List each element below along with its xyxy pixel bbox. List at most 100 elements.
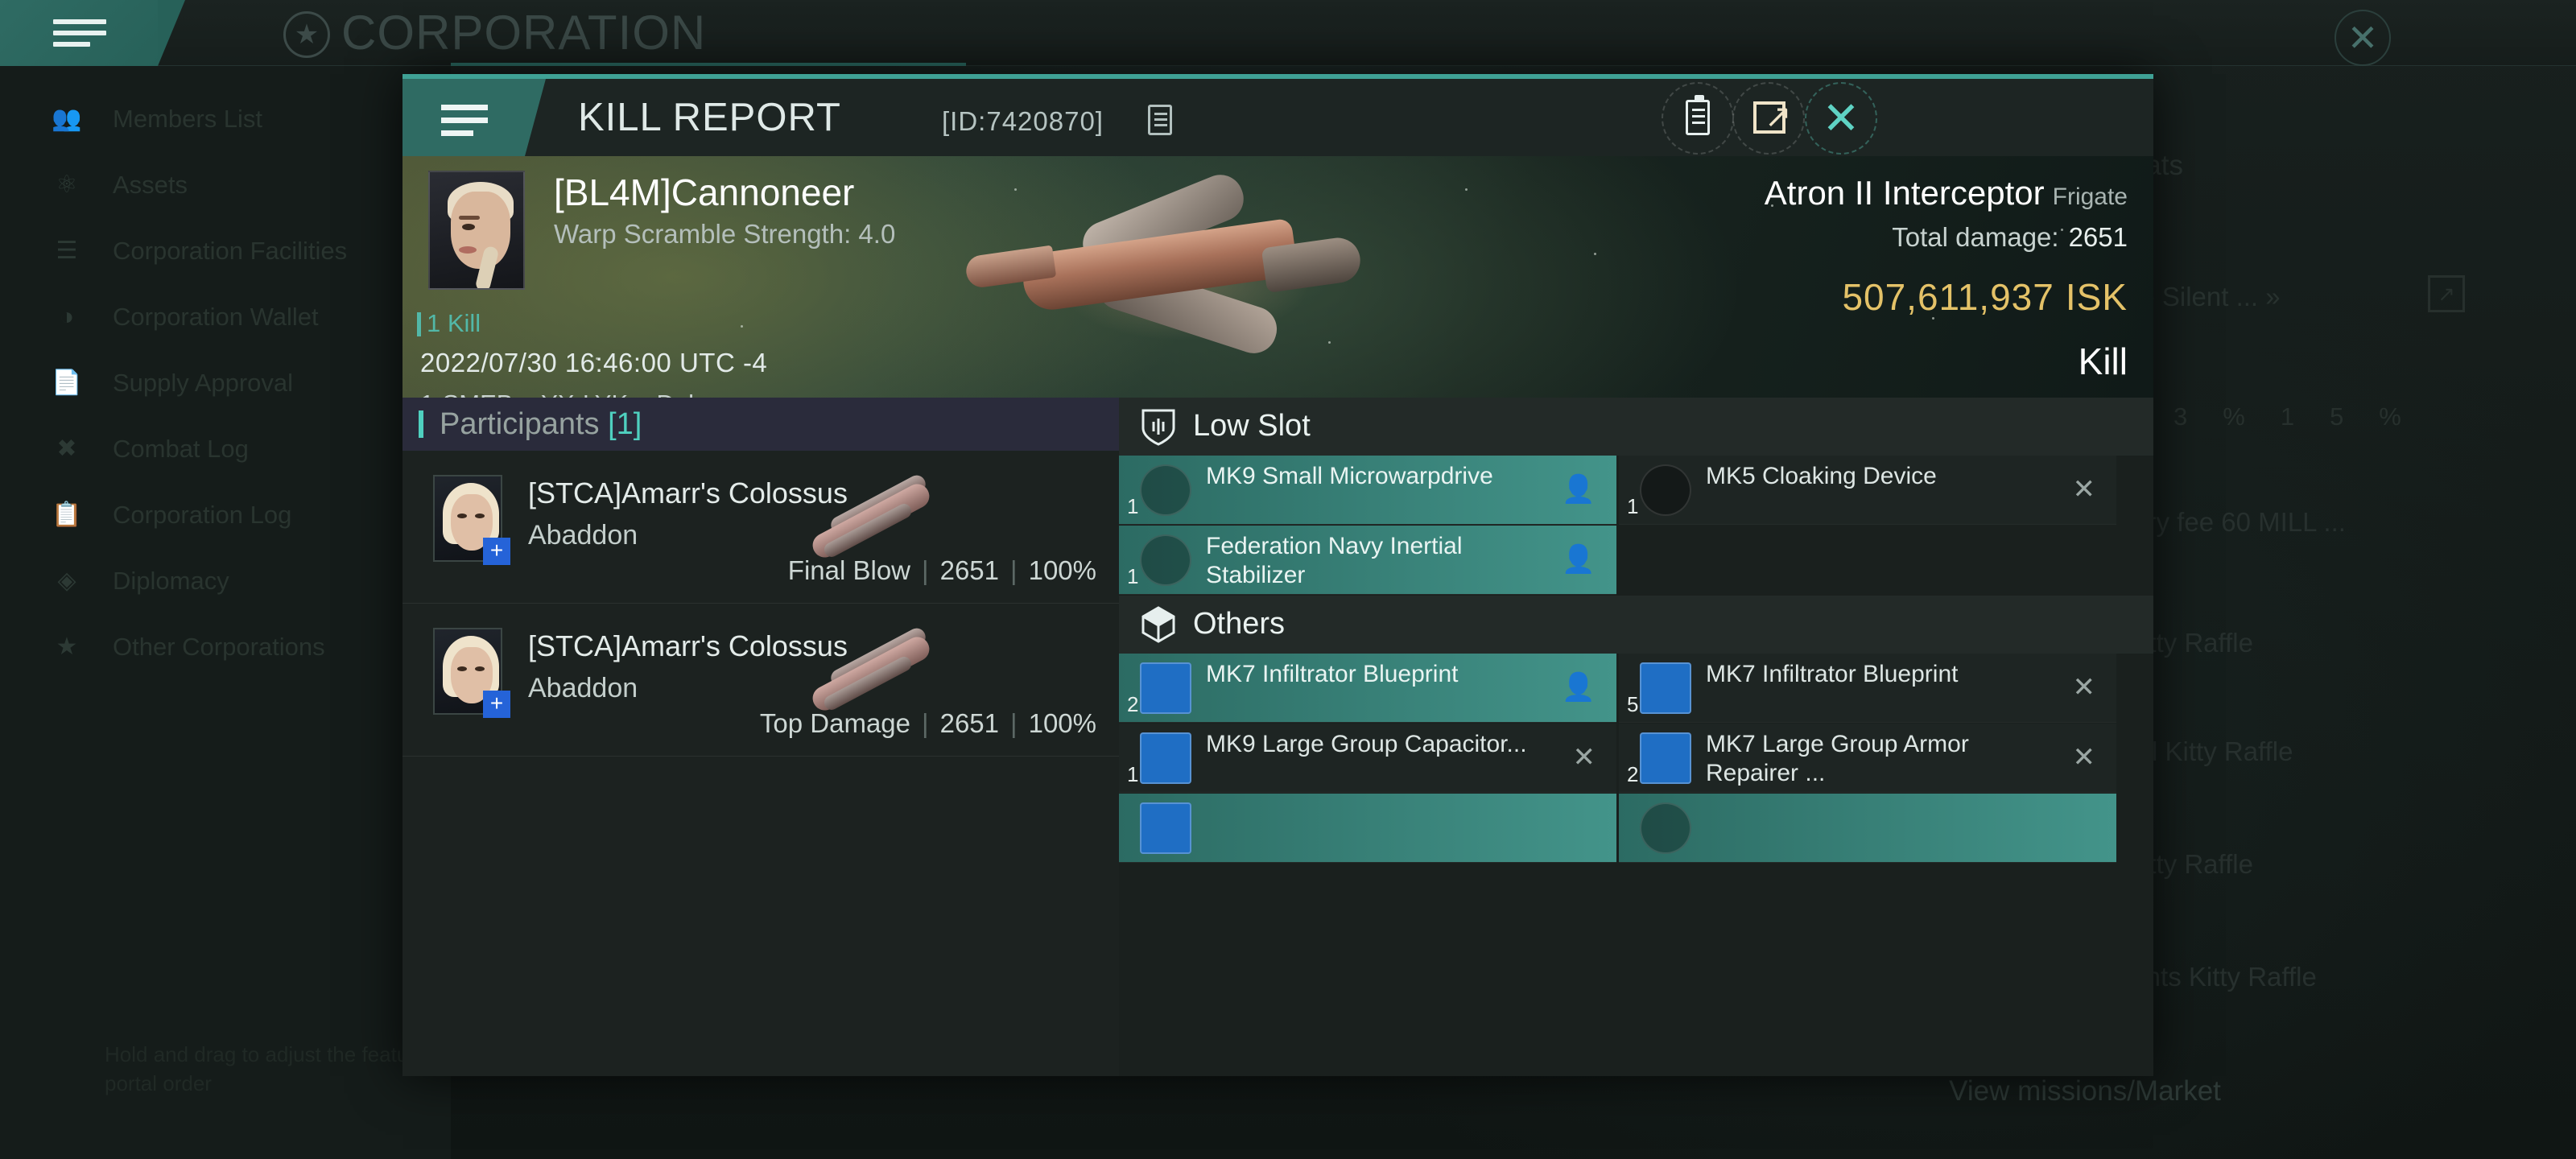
list-item[interactable]: hill Kitty Raffle <box>2125 736 2576 767</box>
clipboard-icon <box>1686 95 1710 135</box>
kill-count: 1 Kill <box>416 309 481 337</box>
star-circle-icon: ★ <box>283 11 330 58</box>
section-title: Others <box>1193 607 1286 641</box>
participant-percent: 100% <box>1028 555 1096 585</box>
close-button[interactable]: ✕ <box>1805 82 1877 155</box>
ship-class: Frigate <box>2052 184 2128 210</box>
participant-ship-thumbnail <box>791 472 952 562</box>
module-inertial-icon <box>1140 534 1191 586</box>
kill-hero: [BL4M]Cannoneer Warp Scramble Strength: … <box>402 156 2153 418</box>
modal-header: KILL REPORT [ID:7420870] ↗ ✕ <box>402 79 2153 156</box>
table-row[interactable]: + [STCA]Amarr's Colossus Abaddon Final B… <box>402 451 1119 604</box>
stat-value: 15% <box>2280 402 2437 431</box>
item-quantity: 1 <box>1127 494 1139 518</box>
item-name: MK9 Large Group Capacitor... <box>1206 731 1527 757</box>
avatar-lip <box>459 246 477 254</box>
list-item[interactable] <box>1119 794 1616 863</box>
background-menu-button[interactable] <box>0 0 185 66</box>
stat-value: % <box>2223 402 2281 431</box>
list-item[interactable]: 1 MK9 Small Microwarpdrive 👤 <box>1119 456 1616 525</box>
list-item[interactable]: 2 MK7 Large Group Armor Repairer ... ✕ <box>1619 724 2116 793</box>
shield-icon <box>1140 407 1177 446</box>
blueprint-ship-icon <box>1140 662 1191 714</box>
item-name: MK9 Small Microwarpdrive <box>1206 463 1493 489</box>
button-ring <box>1805 82 1877 155</box>
arrow-up-right-icon: ↗ <box>1765 99 1792 134</box>
section-header-others: Others <box>1119 596 2153 654</box>
list-item[interactable]: 1 MK9 Large Group Capacitor... ✕ <box>1119 724 1616 793</box>
sidebar-item-label: Combat Log <box>113 435 249 463</box>
participant-stats: Top Damage | 2651 | 100% <box>759 708 1096 738</box>
participant-damage: 2651 <box>939 708 1000 738</box>
person-icon: 👤 <box>1561 672 1596 703</box>
add-contact-badge[interactable]: + <box>483 691 510 718</box>
total-damage-value: 2651 <box>2068 222 2128 252</box>
list-item[interactable]: ✕Kitty Raffle <box>2013 849 2576 881</box>
members-icon: 👥 <box>52 105 82 132</box>
section-header-low-slot: Low Slot <box>1119 398 2153 456</box>
participant-ship: Abaddon <box>528 673 638 703</box>
copy-icon[interactable] <box>1148 105 1172 135</box>
participant-role: Top Damage <box>759 708 911 738</box>
cube-icon <box>1140 605 1177 644</box>
module-mwd-icon <box>1140 464 1191 516</box>
screen: ★ CORPORATION ✕ 👥 Members List ⚛ Assets ☰ C… <box>0 0 2576 1159</box>
sidebar-item-label: Corporation Log <box>113 501 292 529</box>
close-icon: ✕ <box>2072 672 2096 703</box>
share-button[interactable]: ↗ <box>1732 82 1805 155</box>
sidebar-hint: Hold and drag to adjust the feature port… <box>105 1042 427 1095</box>
list-item[interactable]: 5 MK7 Infiltrator Blueprint ✕ <box>1619 654 2116 723</box>
list-item[interactable]: ✕Kitty Raffle <box>2013 628 2576 659</box>
list-item[interactable]: 1 MK5 Cloaking Device ✕ <box>1619 456 2116 525</box>
add-contact-badge[interactable]: + <box>483 538 510 565</box>
report-id: [ID:7420870] <box>942 106 1104 136</box>
wallet-icon: ◑ <box>59 303 75 330</box>
list-item[interactable]: ntry fee 60 MILL ... <box>2125 507 2576 538</box>
sidebar-item-label: Supply Approval <box>113 369 294 397</box>
clipboard-button[interactable] <box>1662 82 1734 155</box>
stat-value: 3 <box>2174 402 2223 431</box>
participant-percent: 100% <box>1028 708 1096 738</box>
ship-render <box>934 167 1385 382</box>
participant-stats: Final Blow | 2651 | 100% <box>787 555 1096 585</box>
isk-value: 507,611,937 <box>1842 276 2054 318</box>
victim-subtitle: Warp Scramble Strength: 4.0 <box>554 219 896 249</box>
ship-name-row: Atron II Interceptor Frigate <box>1765 174 2128 212</box>
participant-ship: Abaddon <box>528 520 638 551</box>
participant-damage: 2651 <box>939 555 1000 585</box>
section-title: Low Slot <box>1193 409 1311 443</box>
background-close-button[interactable]: ✕ <box>2334 10 2391 66</box>
avatar-face <box>451 192 510 269</box>
log-icon: 📋 <box>52 501 82 528</box>
participants-title: Participants [1] <box>440 407 642 442</box>
fitting-panel: Low Slot 1 MK9 Small Microwarpdrive 👤 1 … <box>1119 398 2153 1076</box>
list-item[interactable]: ✕oints Kitty Raffle <box>2013 962 2576 993</box>
module-icon <box>1640 802 1691 854</box>
avatar-brow <box>459 216 480 220</box>
list-item[interactable]: 2 MK7 Infiltrator Blueprint 👤 <box>1119 654 1616 723</box>
facility-icon: ☰ <box>56 237 78 264</box>
table-row[interactable]: + [STCA]Amarr's Colossus Abaddon Top Dam… <box>402 604 1119 757</box>
participant-role: Final Blow <box>787 555 911 585</box>
kill-timestamp: 2022/07/30 16:46:00 UTC -4 <box>420 348 768 377</box>
item-name: Federation Navy Inertial Stabilizer <box>1206 533 1463 588</box>
modal-body: Participants [1] + [STCA]Amarr's Colossu… <box>402 398 2153 1076</box>
item-name: MK5 Cloaking Device <box>1706 463 1937 489</box>
background-top-bar: ★ CORPORATION ✕ <box>0 0 2576 66</box>
module-cloak-icon <box>1640 464 1691 516</box>
ship-name: Atron II Interceptor <box>1764 174 2045 212</box>
combat-icon: ✖ <box>56 435 77 462</box>
page-title: KILL REPORT <box>578 96 841 139</box>
item-quantity: 2 <box>1627 762 1639 786</box>
person-icon: 👤 <box>1561 544 1596 575</box>
participants-label: Participants <box>440 407 600 441</box>
total-damage-label: Total damage: <box>1892 222 2059 252</box>
list-item[interactable]: 1 Federation Navy Inertial Stabilizer 👤 <box>1119 526 1616 595</box>
list-item[interactable] <box>1619 794 2116 863</box>
participant-ship-thumbnail <box>791 625 952 715</box>
external-link-icon[interactable]: ↗ <box>2428 275 2465 312</box>
close-icon: ✕ <box>1572 742 1596 773</box>
modal-menu-button[interactable] <box>402 79 546 156</box>
list-item-label: ntry fee 60 MILL ... <box>2125 507 2346 537</box>
list-item-label: oints Kitty Raffle <box>2125 962 2317 992</box>
